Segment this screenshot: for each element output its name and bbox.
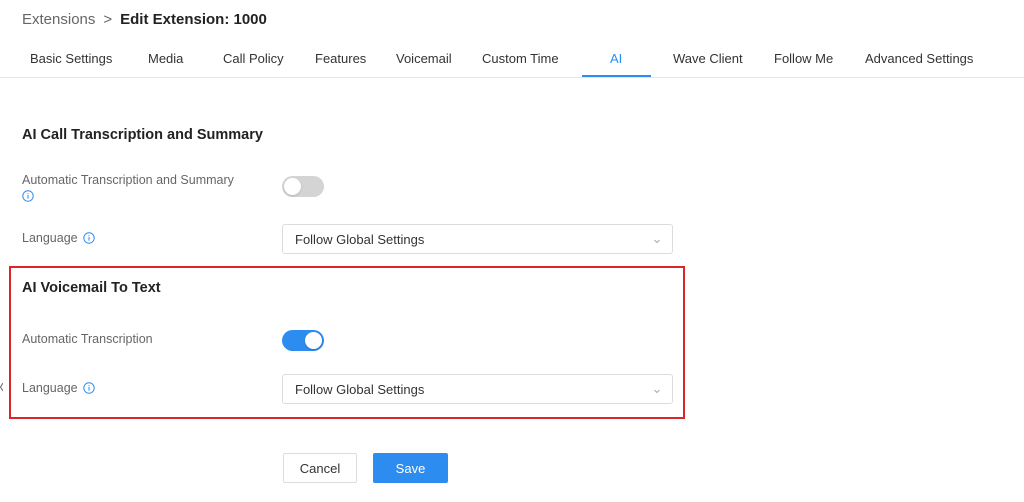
tab-features[interactable]: Features bbox=[315, 51, 366, 66]
breadcrumb-extensions-link[interactable]: Extensions bbox=[22, 11, 95, 28]
tab-call-policy[interactable]: Call Policy bbox=[223, 51, 284, 66]
chevron-down-icon bbox=[652, 384, 662, 394]
call-language-select[interactable]: Follow Global Settings bbox=[282, 224, 673, 254]
tab-ai[interactable]: AI bbox=[610, 51, 622, 66]
collapse-handle[interactable] bbox=[0, 380, 4, 392]
breadcrumb-separator: > bbox=[103, 11, 113, 28]
tab-advanced-settings[interactable]: Advanced Settings bbox=[865, 51, 973, 66]
info-icon[interactable] bbox=[22, 190, 34, 202]
tab-media[interactable]: Media bbox=[148, 51, 183, 66]
page-title: Edit Extension: 1000 bbox=[120, 11, 267, 28]
voicemail-language-select[interactable]: Follow Global Settings bbox=[282, 374, 673, 404]
tab-voicemail[interactable]: Voicemail bbox=[396, 51, 452, 66]
tab-bar: Basic Settings Media Call Policy Feature… bbox=[0, 45, 1024, 78]
call-language-label: Language bbox=[22, 231, 78, 245]
tab-basic-settings[interactable]: Basic Settings bbox=[30, 51, 112, 66]
save-button[interactable]: Save bbox=[373, 453, 448, 483]
call-language-value: Follow Global Settings bbox=[295, 231, 425, 247]
auto-transcription-field: Automatic Transcription bbox=[22, 332, 153, 346]
ai-voicemail-section-title: AI Voicemail To Text bbox=[22, 280, 161, 296]
voicemail-language-field: Language bbox=[22, 381, 95, 395]
call-language-field: Language bbox=[22, 231, 95, 245]
voicemail-language-label: Language bbox=[22, 381, 78, 395]
info-icon[interactable] bbox=[82, 382, 95, 394]
voicemail-language-value: Follow Global Settings bbox=[295, 381, 425, 397]
tab-follow-me[interactable]: Follow Me bbox=[774, 51, 833, 66]
chevron-down-icon bbox=[652, 234, 662, 244]
auto-transcription-toggle[interactable] bbox=[282, 330, 324, 351]
auto-transcription-summary-toggle[interactable] bbox=[282, 176, 324, 197]
auto-transcription-label: Automatic Transcription bbox=[22, 332, 153, 346]
breadcrumb: Extensions > Edit Extension: 1000 bbox=[22, 11, 267, 28]
toggle-knob bbox=[284, 178, 301, 195]
cancel-button[interactable]: Cancel bbox=[283, 453, 357, 483]
toggle-knob bbox=[305, 332, 322, 349]
info-icon[interactable] bbox=[82, 232, 95, 244]
tab-custom-time[interactable]: Custom Time bbox=[482, 51, 559, 66]
active-tab-indicator bbox=[582, 75, 651, 77]
tab-wave-client[interactable]: Wave Client bbox=[673, 51, 743, 66]
auto-transcription-summary-label: Automatic Transcription and Summary bbox=[22, 173, 234, 187]
auto-transcription-summary-field: Automatic Transcription and Summary bbox=[22, 172, 262, 206]
ai-call-section-title: AI Call Transcription and Summary bbox=[22, 127, 263, 143]
